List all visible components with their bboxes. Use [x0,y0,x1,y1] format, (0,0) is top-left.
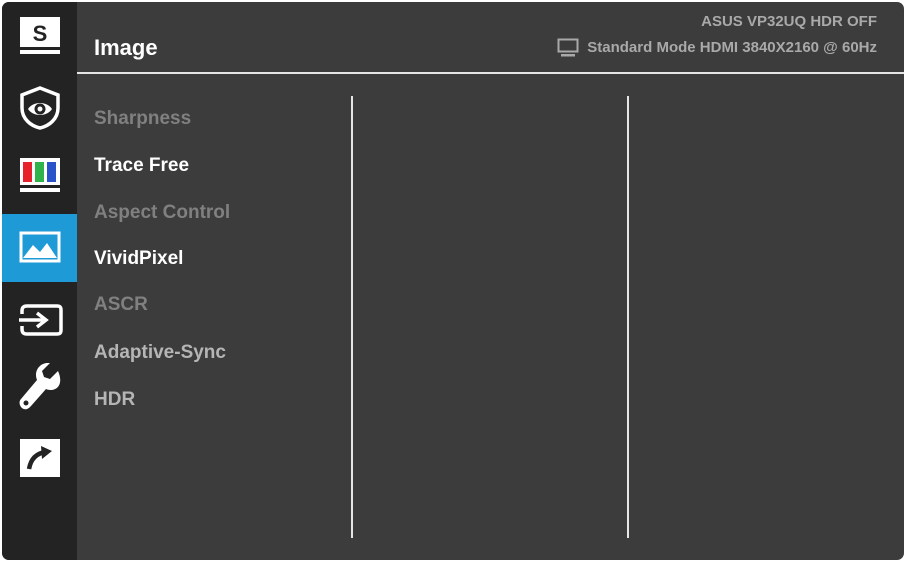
mode-status: Standard Mode HDMI 3840X2160 @ 60Hz [557,38,877,57]
sidebar-item-splendid[interactable]: S [2,2,77,70]
mode-status-text: Standard Mode HDMI 3840X2160 @ 60Hz [587,39,877,56]
menu-item-vividpixel[interactable]: VividPixel [94,248,183,270]
header-divider [77,72,904,74]
monitor-icon [557,38,579,57]
splendid-s-icon: S [19,17,60,54]
sidebar-item-color[interactable] [2,141,77,209]
shortcut-arrow-icon [19,439,60,477]
page-title: Image [94,35,158,60]
menu-item-adaptive-sync[interactable]: Adaptive-Sync [94,342,226,364]
menu-item-aspect-control[interactable]: Aspect Control [94,202,230,224]
column-divider-1 [351,96,353,538]
sidebar-item-image[interactable] [2,214,77,282]
sidebar-item-blue-light-filter[interactable] [2,74,77,142]
image-mountain-icon [19,231,60,263]
svg-text:S: S [32,21,47,46]
sidebar-item-shortcut[interactable] [2,424,77,492]
menu-item-ascr[interactable]: ASCR [94,294,148,316]
menu-item-sharpness[interactable]: Sharpness [94,108,191,130]
input-arrow-icon [18,304,63,336]
color-bars-icon [19,158,60,192]
osd-panel: S Image ASUS VP32UQ HDR OFF Standard Mod… [2,2,904,560]
column-divider-2 [627,96,629,538]
wrench-icon [19,363,60,410]
eye-shield-icon [19,86,60,130]
sidebar-item-system-setup[interactable] [2,353,77,421]
sidebar: S [2,2,77,560]
sidebar-item-input-select[interactable] [2,286,77,354]
model-status: ASUS VP32UQ HDR OFF [701,13,877,30]
menu-item-hdr[interactable]: HDR [94,389,135,411]
menu-item-trace-free[interactable]: Trace Free [94,155,189,177]
